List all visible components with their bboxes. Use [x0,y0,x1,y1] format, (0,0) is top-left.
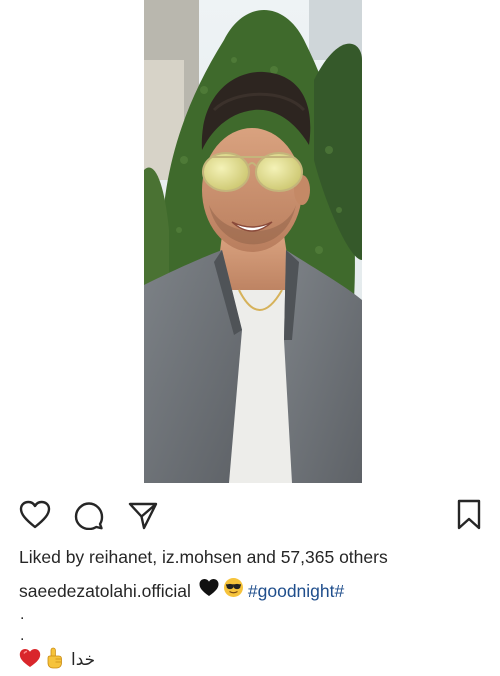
index-pointing-up-icon [45,647,63,674]
sunglasses-face-icon [223,577,244,604]
like-button[interactable] [18,498,52,532]
instagram-post: Liked by reihanet, iz.mohsen and 57,365 … [0,0,500,676]
caption-arabic-text: خدا [71,650,96,670]
post-caption: saeedezatolahi.official #goodnight# [19,577,344,604]
black-heart-icon [199,578,219,603]
caption-username[interactable]: saeedezatolahi.official [19,579,191,603]
post-photo[interactable] [144,0,362,483]
selfie-photo-illustration [144,0,362,483]
paper-plane-icon [128,502,158,530]
comment-button[interactable] [72,498,106,532]
caption-dot-2: . [20,627,25,644]
save-button[interactable] [452,498,486,532]
hashtag-link[interactable]: #goodnight# [248,579,344,603]
heart-outline-icon [19,500,51,529]
likes-count-text[interactable]: Liked by reihanet, iz.mohsen and 57,365 … [19,546,388,568]
bookmark-icon [457,499,481,530]
share-button[interactable] [126,498,160,532]
post-actions [0,498,500,532]
red-heart-icon [19,648,41,673]
caption-dot-1: . [20,606,25,623]
caption-last-line: خدا [19,647,96,674]
comment-bubble-icon [74,502,104,530]
